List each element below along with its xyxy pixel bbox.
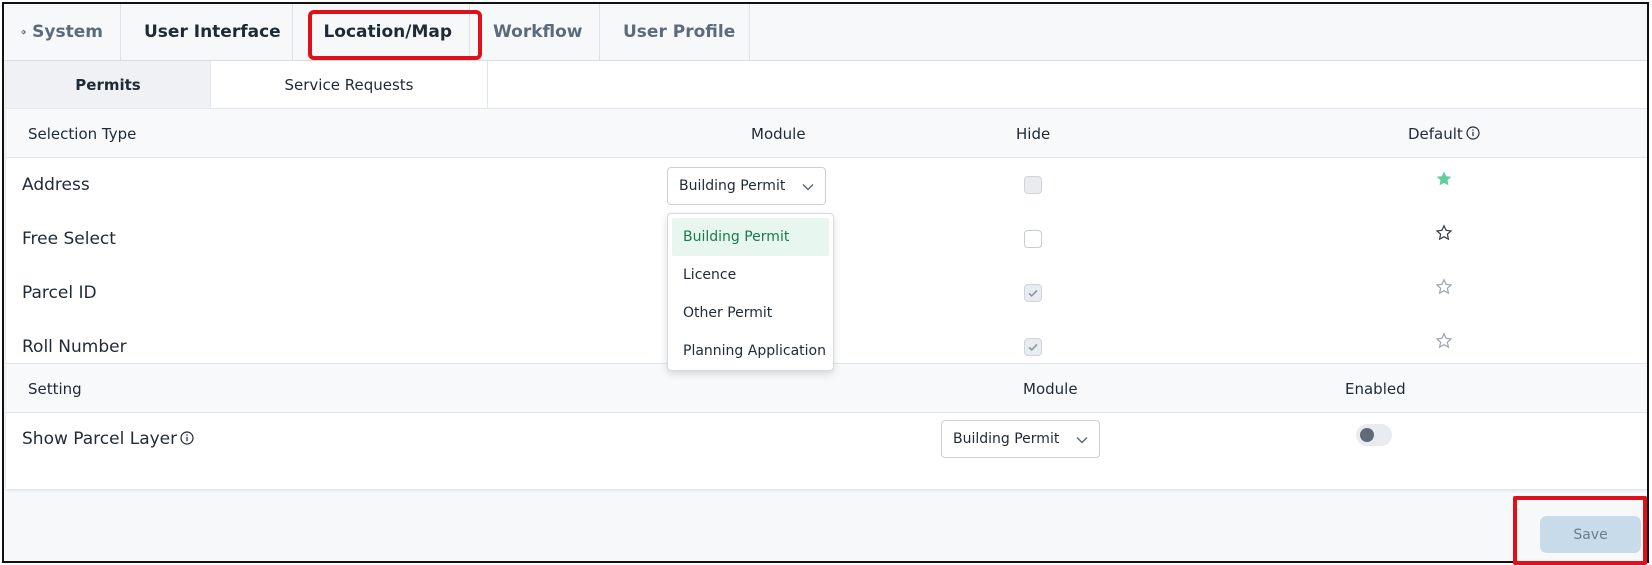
info-icon — [180, 431, 194, 445]
star-outline-icon[interactable] — [1435, 224, 1453, 242]
tab-system[interactable]: System — [4, 4, 121, 60]
setting-module-value: Building Permit — [953, 431, 1060, 447]
enabled-toggle[interactable] — [1356, 424, 1392, 446]
settings-window: System User Interface Location/Map Workf… — [2, 2, 1649, 565]
hide-checkbox[interactable] — [1024, 284, 1042, 302]
chevron-down-icon — [802, 183, 814, 191]
subtab-service-requests[interactable]: Service Requests — [211, 61, 488, 108]
row-label: Roll Number — [22, 337, 127, 357]
tab-user-interface[interactable]: User Interface — [121, 4, 293, 60]
header-module: Module — [751, 125, 806, 143]
star-outline-icon[interactable] — [1435, 278, 1453, 296]
module-select-value: Building Permit — [679, 178, 786, 194]
row-label: Address — [22, 175, 90, 195]
dropdown-option-other-permit[interactable]: Other Permit — [672, 294, 829, 332]
tab-workflow-label: Workflow — [493, 22, 583, 42]
header-module: Module — [1023, 380, 1078, 398]
row-label: Show Parcel Layer — [22, 429, 194, 449]
subtab-permits[interactable]: Permits — [6, 61, 211, 108]
save-button[interactable]: Save — [1540, 516, 1641, 553]
selection-row-address: Address Building Permit — [6, 158, 1647, 212]
star-outline-icon[interactable] — [1435, 332, 1453, 350]
tab-user-profile[interactable]: User Profile — [600, 4, 750, 60]
hide-checkbox[interactable] — [1024, 176, 1042, 194]
dropdown-option-licence[interactable]: Licence — [672, 256, 829, 294]
dropdown-option-planning-application[interactable]: Planning Application — [672, 332, 829, 370]
module-dropdown-menu: Building Permit Licence Other Permit Pla… — [667, 213, 834, 371]
setting-label: Show Parcel Layer — [22, 429, 178, 449]
sub-tab-bar: Permits Service Requests — [6, 61, 1647, 109]
toggle-knob — [1360, 428, 1374, 442]
tab-system-label: System — [32, 22, 103, 42]
selection-table-header: Selection Type Module Hide Default — [6, 108, 1647, 158]
tab-user-profile-label: User Profile — [623, 22, 736, 42]
tab-location-map-label: Location/Map — [323, 22, 452, 42]
header-default-label: Default — [1408, 125, 1463, 143]
top-tab-bar: System User Interface Location/Map Workf… — [4, 4, 1647, 61]
setting-row-show-parcel-layer: Show Parcel Layer Building Permit — [6, 413, 1647, 467]
hide-checkbox[interactable] — [1024, 338, 1042, 356]
row-label: Parcel ID — [22, 283, 97, 303]
gear-icon — [21, 29, 26, 35]
check-icon — [1028, 289, 1038, 298]
hide-checkbox[interactable] — [1024, 230, 1042, 248]
header-setting: Setting — [28, 380, 82, 398]
tab-workflow[interactable]: Workflow — [470, 4, 600, 60]
chevron-down-icon — [1076, 436, 1088, 444]
tab-user-interface-label: User Interface — [144, 22, 281, 42]
setting-module-select[interactable]: Building Permit — [941, 420, 1100, 458]
header-default: Default — [1408, 125, 1480, 143]
tab-location-map[interactable]: Location/Map — [293, 4, 470, 60]
header-enabled: Enabled — [1345, 380, 1406, 398]
header-selection-type: Selection Type — [28, 125, 137, 143]
dropdown-option-building-permit[interactable]: Building Permit — [672, 218, 829, 256]
module-select[interactable]: Building Permit — [667, 167, 826, 205]
info-icon — [1466, 126, 1480, 140]
star-filled-icon[interactable] — [1435, 170, 1453, 188]
check-icon — [1028, 343, 1038, 352]
header-hide: Hide — [1016, 125, 1051, 143]
row-label: Free Select — [22, 229, 116, 249]
